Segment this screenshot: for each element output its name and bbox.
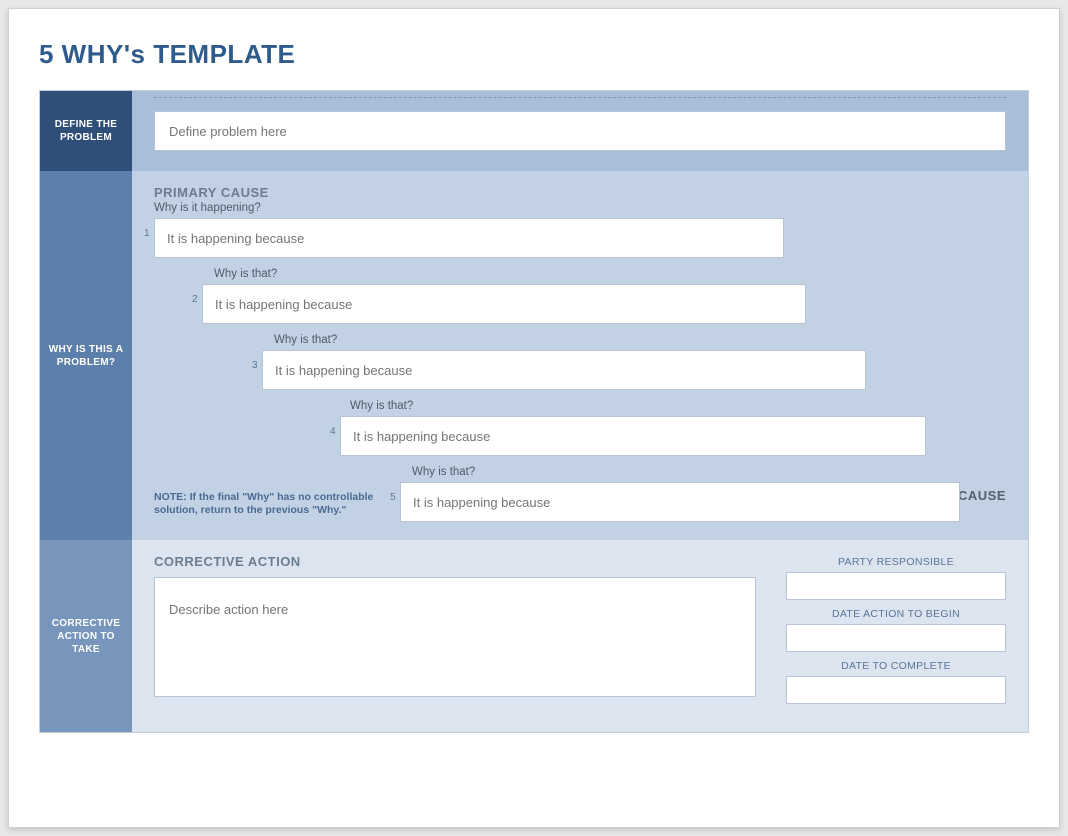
why-number: 1 — [144, 228, 150, 239]
textarea-action[interactable] — [154, 577, 756, 697]
row-corrective-action: CORRECTIVE ACTION TO TAKE CORRECTIVE ACT… — [40, 540, 1028, 732]
row-define-problem: DEFINE THE PROBLEM — [40, 91, 1028, 171]
content-why: PRIMARY CAUSE 1 Why is it happening? 2 W… — [132, 171, 1028, 540]
input-party-responsible[interactable] — [786, 572, 1006, 600]
why-step-1: 1 Why is it happening? — [154, 202, 1006, 258]
input-date-complete[interactable] — [786, 676, 1006, 704]
why-prompt: Why is that? — [214, 268, 1006, 280]
label-define-problem: DEFINE THE PROBLEM — [40, 91, 132, 171]
label-why-problem: WHY IS THIS A PROBLEM? — [40, 171, 132, 540]
input-define-problem[interactable] — [154, 111, 1006, 151]
why-step-5: 5 Why is that? NOTE: If the final "Why" … — [154, 466, 1006, 522]
why-input-4[interactable] — [340, 416, 926, 456]
why-input-1[interactable] — [154, 218, 784, 258]
why-prompt: Why is that? — [274, 334, 1006, 346]
dashed-divider — [154, 97, 1006, 98]
why-input-5[interactable] — [400, 482, 960, 522]
content-action: CORRECTIVE ACTION PARTY RESPONSIBLE DATE… — [132, 540, 1028, 732]
why-number: 5 — [390, 492, 396, 503]
why-prompt: Why is it happening? — [154, 202, 1006, 214]
label-date-begin: DATE ACTION TO BEGIN — [786, 608, 1006, 620]
heading-primary-cause: PRIMARY CAUSE — [154, 185, 1006, 200]
page-title: 5 WHY's TEMPLATE — [39, 39, 1029, 70]
heading-corrective-action: CORRECTIVE ACTION — [154, 554, 756, 569]
why-input-2[interactable] — [202, 284, 806, 324]
why-number: 2 — [192, 294, 198, 305]
why-step-3: 3 Why is that? — [154, 334, 1006, 390]
why-number: 4 — [330, 426, 336, 437]
label-corrective-action: CORRECTIVE ACTION TO TAKE — [40, 540, 132, 732]
input-date-begin[interactable] — [786, 624, 1006, 652]
why-input-3[interactable] — [262, 350, 866, 390]
row-why-problem: WHY IS THIS A PROBLEM? PRIMARY CAUSE 1 W… — [40, 171, 1028, 540]
page-container: 5 WHY's TEMPLATE DEFINE THE PROBLEM WHY … — [8, 8, 1060, 828]
content-define — [132, 91, 1028, 171]
why-prompt: Why is that? — [412, 466, 1006, 478]
why-prompt: Why is that? — [350, 400, 1006, 412]
label-date-complete: DATE TO COMPLETE — [786, 660, 1006, 672]
why-step-2: 2 Why is that? — [154, 268, 1006, 324]
why-number: 3 — [252, 360, 258, 371]
why-step-4: 4 Why is that? — [154, 400, 1006, 456]
form-wrapper: DEFINE THE PROBLEM WHY IS THIS A PROBLEM… — [39, 90, 1029, 733]
why-note: NOTE: If the final "Why" has no controll… — [154, 491, 374, 518]
label-party-responsible: PARTY RESPONSIBLE — [786, 556, 1006, 568]
